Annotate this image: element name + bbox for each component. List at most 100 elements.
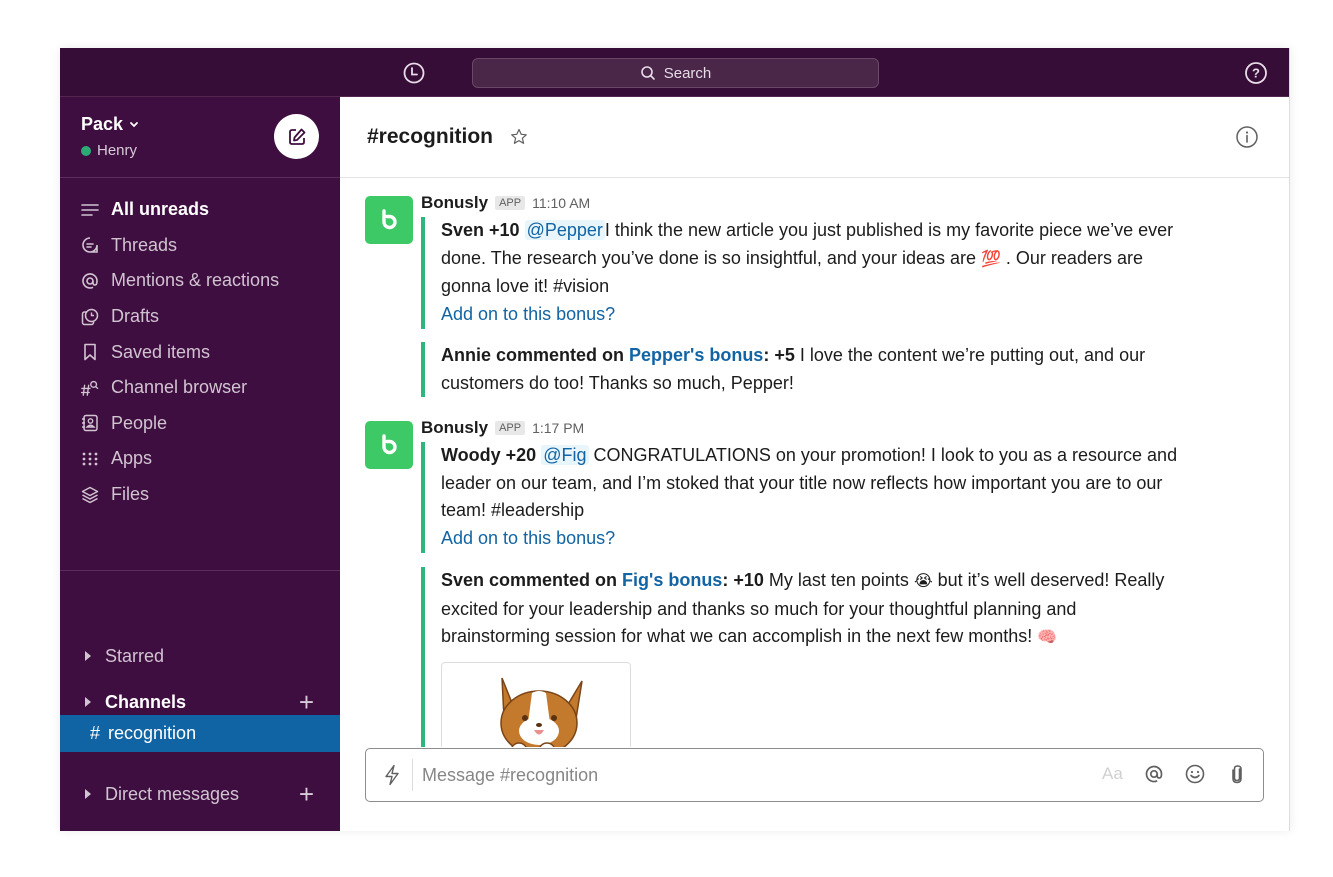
comment-attachment: Sven commented on Fig's bonus: +10 My la…	[421, 567, 1181, 747]
at-icon	[1145, 765, 1163, 783]
comment-points: : +10	[722, 570, 764, 590]
lightning-icon[interactable]	[382, 764, 402, 786]
sidebar-item-apps[interactable]: Apps	[60, 441, 340, 477]
search-input[interactable]: Search	[472, 58, 879, 88]
info-icon[interactable]	[1235, 125, 1259, 149]
search-icon	[640, 66, 655, 80]
compose-icon	[288, 128, 305, 145]
comment-attachment: Annie commented on Pepper's bonus: +5 I …	[421, 342, 1181, 398]
sidebar-item-label: Drafts	[111, 306, 160, 327]
section-starred[interactable]: Starred	[60, 638, 340, 674]
clock-icon	[403, 62, 425, 84]
bonusly-avatar[interactable]	[365, 421, 413, 469]
crying-emoji: 😭	[913, 573, 933, 590]
presence-active-icon	[81, 145, 91, 156]
sidebar-item-threads[interactable]: Threads	[60, 228, 340, 264]
current-user[interactable]: Henry	[81, 142, 137, 159]
sidebar-item-label: Mentions & reactions	[111, 270, 280, 291]
search-placeholder: Search	[663, 64, 712, 82]
workspace-header: Pack Henry	[60, 97, 340, 178]
people-icon	[81, 414, 99, 432]
sidebar: Pack Henry All unreads Threads Mentions …	[60, 97, 340, 831]
add-channel-button[interactable]: +	[299, 689, 314, 715]
sidebar-item-drafts[interactable]: Drafts	[60, 299, 340, 335]
bonus-link[interactable]: Fig's bonus	[622, 570, 722, 590]
help-circle-icon: ?	[1245, 62, 1267, 84]
threads-icon	[81, 236, 99, 254]
sidebar-item-all-unreads[interactable]: All unreads	[60, 192, 340, 228]
layers-icon	[81, 486, 99, 504]
apps-grid-icon	[81, 450, 99, 468]
add-dm-button[interactable]: +	[299, 781, 314, 807]
sender-name[interactable]: Bonusly	[421, 418, 488, 438]
formatting-button[interactable]: Aa	[1102, 764, 1123, 784]
message-input[interactable]	[422, 749, 1072, 801]
sidebar-nav: All unreads Threads Mentions & reactions…	[60, 178, 340, 512]
sidebar-divider	[60, 570, 340, 571]
help-button[interactable]: ?	[1244, 61, 1268, 85]
star-icon[interactable]	[510, 128, 528, 146]
app-badge: APP	[495, 421, 526, 435]
sidebar-item-saved[interactable]: Saved items	[60, 334, 340, 370]
add-on-bonus-link[interactable]: Add on to this bonus?	[441, 304, 615, 324]
mention-button[interactable]	[1143, 763, 1165, 785]
svg-text:?: ?	[1252, 66, 1260, 81]
message-timestamp[interactable]: 11:10 AM	[532, 195, 590, 211]
workspace-menu[interactable]: Pack	[81, 114, 139, 135]
sidebar-item-files[interactable]: Files	[60, 477, 340, 513]
drafts-icon	[81, 308, 99, 326]
channel-header: #recognition	[340, 97, 1289, 178]
smiley-icon	[1185, 764, 1205, 784]
sidebar-item-label: People	[111, 412, 168, 433]
channel-hash-icon: #	[90, 723, 101, 743]
section-label: Channels	[105, 691, 187, 712]
sidebar-item-label: Channel browser	[111, 377, 248, 398]
sidebar-item-label: All unreads	[111, 199, 210, 220]
bookmark-icon	[81, 343, 99, 361]
add-on-bonus-link[interactable]: Add on to this bonus?	[441, 528, 615, 548]
message-timestamp[interactable]: 1:17 PM	[532, 420, 584, 436]
section-direct-messages[interactable]: Direct messages +	[60, 776, 340, 812]
hundred-emoji: 💯	[981, 250, 1001, 268]
channel-view: #recognition Bonusly APP 11:10 AM Sven +…	[340, 97, 1289, 831]
sidebar-item-label: Saved items	[111, 341, 211, 362]
channel-title[interactable]: #recognition	[367, 125, 493, 149]
workspace-name: Pack	[81, 114, 124, 134]
message-header: Bonusly APP 11:10 AM	[421, 193, 590, 213]
comment-text: My last ten points	[763, 570, 914, 590]
user-name: Henry	[97, 142, 138, 159]
sidebar-item-mentions[interactable]: Mentions & reactions	[60, 263, 340, 299]
user-mention[interactable]: @Fig	[541, 445, 589, 465]
at-icon	[81, 272, 99, 290]
app-badge: APP	[495, 196, 526, 210]
compose-button[interactable]	[274, 114, 319, 159]
corgi-image	[500, 677, 583, 747]
sender-name[interactable]: Bonusly	[421, 193, 488, 213]
bonusly-avatar[interactable]	[365, 196, 413, 244]
message-header: Bonusly APP 1:17 PM	[421, 418, 584, 438]
lines-icon	[81, 201, 99, 219]
caret-right-icon	[85, 789, 91, 799]
history-button[interactable]	[402, 61, 426, 85]
user-mention[interactable]: @Pepper	[524, 220, 605, 240]
slack-window: Search ? Pack Henry All unreads Threads …	[60, 48, 1290, 831]
sidebar-channel-recognition[interactable]: # recognition	[60, 715, 340, 752]
emoji-button[interactable]	[1184, 763, 1206, 785]
comment-points: : +5	[763, 345, 795, 365]
gif-attachment[interactable]	[441, 662, 631, 747]
channel-browser-icon	[81, 379, 99, 397]
sidebar-item-channel-browser[interactable]: Channel browser	[60, 370, 340, 406]
message-composer: Aa	[365, 748, 1264, 802]
caret-right-icon	[85, 697, 91, 707]
sidebar-item-people[interactable]: People	[60, 406, 340, 442]
attach-button[interactable]	[1226, 763, 1248, 785]
bonusly-logo-icon	[382, 209, 397, 230]
bonus-link[interactable]: Pepper's bonus	[629, 345, 763, 365]
message-list: Bonusly APP 11:10 AM Sven +10 @Pepper I t…	[340, 179, 1289, 747]
bonus-attachment: Woody +20 @Fig CONGRATULATIONS on your p…	[421, 442, 1181, 553]
sidebar-item-label: Files	[111, 484, 150, 505]
bonus-attachment: Sven +10 @Pepper I think the new article …	[421, 217, 1181, 329]
comment-author: Sven commented on	[441, 570, 623, 590]
brain-emoji: 🧠	[1037, 629, 1058, 647]
section-label: Starred	[105, 645, 165, 666]
